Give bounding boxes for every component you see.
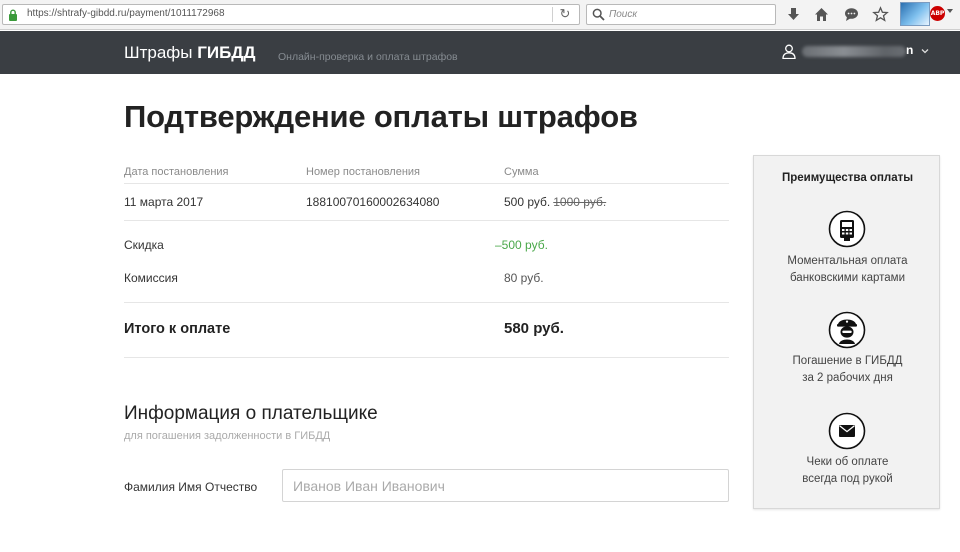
payer-section-title: Информация о плательщике [124, 403, 378, 424]
fine-amount-old: 1000 руб. [553, 195, 607, 209]
traffic-police-icon [828, 311, 866, 349]
column-header-date: Дата постановления [124, 166, 229, 178]
benefit-line: банковскими картами [789, 272, 906, 284]
extension-icon[interactable] [900, 2, 930, 26]
user-name-tail: n [906, 43, 914, 57]
fine-date: 11 марта 2017 [124, 195, 204, 209]
fine-amount: 500 руб. 1000 руб. [504, 195, 606, 209]
brand-bold: ГИБДД [197, 43, 256, 62]
payer-section-subtitle: для погашения задолженности в ГИБДД [124, 430, 331, 442]
subtotal-divider [124, 302, 729, 303]
user-icon[interactable] [782, 44, 796, 59]
payment-terminal-icon [828, 210, 866, 248]
reload-divider [552, 7, 553, 22]
adblock-menu-caret-icon[interactable] [947, 9, 953, 13]
download-icon[interactable] [785, 6, 802, 23]
address-bar[interactable]: https://shtrafy-gibdd.ru/payment/1011172… [2, 4, 580, 25]
fio-label: Фамилия Имя Отчество [124, 480, 258, 494]
site-header: Штрафы ГИБДД Онлайн-проверка и оплата шт… [0, 31, 960, 74]
url-text: https://shtrafy-gibdd.ru/payment/1011172… [27, 8, 225, 19]
user-account-name[interactable]: n [802, 43, 914, 58]
chevron-down-icon[interactable] [921, 47, 929, 55]
browser-toolbar: https://shtrafy-gibdd.ru/payment/1011172… [0, 0, 960, 30]
browser-search-input[interactable] [609, 7, 769, 22]
total-value: 580 руб. [504, 320, 564, 337]
commission-value: 80 руб. [504, 271, 544, 285]
payment-benefits-panel: Преимущества оплаты Моментальная оплата … [753, 155, 940, 509]
column-header-number: Номер постановления [306, 166, 421, 178]
reload-icon[interactable]: ↻ [558, 7, 572, 21]
fine-number: 18810070160002634080 [306, 195, 440, 209]
site-logo[interactable]: Штрафы ГИБДД [124, 43, 256, 63]
discount-value: –500 руб. [495, 238, 548, 252]
bookmark-star-icon[interactable] [872, 6, 889, 23]
brand-regular: Штрафы [124, 43, 198, 62]
total-label: Итого к оплате [124, 321, 231, 337]
adblock-icon[interactable]: ABP [930, 6, 945, 21]
total-divider [124, 357, 729, 358]
envelope-icon [828, 412, 866, 450]
benefit-text-cards: Моментальная оплата банковскими картами [758, 253, 937, 287]
search-icon [592, 8, 605, 21]
lock-icon [9, 9, 17, 21]
browser-search-box[interactable] [586, 4, 776, 25]
benefits-title: Преимущества оплаты [781, 172, 914, 184]
benefit-line: за 2 рабочих дня [802, 372, 893, 384]
site-tagline: Онлайн-проверка и оплата штрафов [278, 51, 458, 63]
page-title: Подтверждение оплаты штрафов [124, 99, 638, 134]
chat-icon[interactable] [843, 6, 860, 23]
benefit-line: Погашение в ГИБДД [792, 355, 903, 367]
fio-input[interactable] [282, 469, 729, 502]
benefit-line: Моментальная оплата [787, 255, 908, 267]
fine-amount-current: 500 руб. [504, 195, 551, 209]
column-header-amount: Сумма [504, 166, 539, 178]
benefit-text-gibdd: Погашение в ГИБДД за 2 рабочих дня [758, 353, 937, 387]
user-name-redacted [802, 46, 906, 57]
commission-label: Комиссия [124, 271, 178, 285]
home-icon[interactable] [813, 6, 830, 23]
benefit-text-receipts: Чеки об оплате всегда под рукой [758, 454, 937, 488]
table-header-divider [124, 183, 729, 184]
table-row-divider [124, 220, 729, 221]
benefit-line: Чеки об оплате [806, 456, 889, 468]
discount-label: Скидка [124, 238, 164, 252]
benefit-line: всегда под рукой [802, 473, 893, 485]
